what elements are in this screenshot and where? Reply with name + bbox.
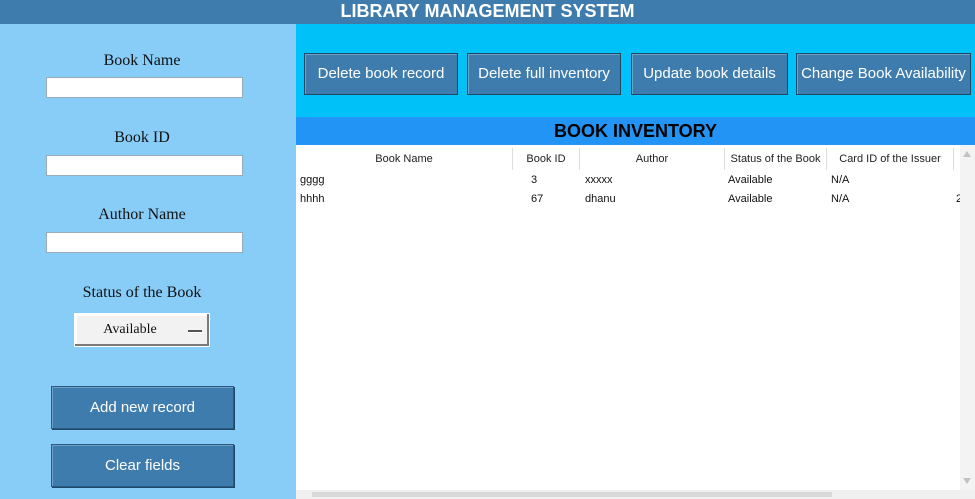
cell-card-id: N/A [831,174,850,186]
cell-status: Available [728,193,773,205]
cell-author: xxxxx [585,174,613,186]
column-header-author[interactable]: Author [580,148,725,170]
book-id-label: Book ID [114,129,170,146]
inventory-heading: BOOK INVENTORY [296,117,975,145]
author-name-label: Author Name [98,206,186,223]
cell-book-name: gggg [300,174,325,186]
change-availability-button[interactable]: Change Book Availability [796,53,971,95]
book-id-field[interactable] [46,155,243,176]
cell-book-id: 3 [531,174,538,186]
cell-book-name: hhhh [300,193,325,205]
scroll-down-icon[interactable] [963,478,971,484]
dropdown-indicator-icon [188,330,202,332]
horizontal-scroll-thumb[interactable] [312,492,832,497]
inventory-table[interactable]: Book Name Book ID Author Status of the B… [296,145,962,490]
add-record-button[interactable]: Add new record [51,386,234,429]
delete-record-button[interactable]: Delete book record [304,53,458,95]
cell-book-id: 67 [531,193,544,205]
status-label: Status of the Book [82,284,202,301]
column-header-book-id[interactable]: Book ID [513,148,580,170]
book-name-field[interactable] [46,77,243,98]
table-header: Book Name Book ID Author Status of the B… [296,148,960,170]
actions-toolbar: Delete book record Delete full inventory… [296,24,975,117]
column-header-card-id[interactable]: Card ID of the Issuer [827,148,954,170]
vertical-scrollbar[interactable] [960,145,975,490]
scroll-up-icon[interactable] [963,151,971,157]
book-name-label: Book Name [103,52,181,69]
table-row[interactable]: gggg 3 xxxxx Available N/A [296,171,960,190]
cell-status: Available [728,174,773,186]
update-details-button[interactable]: Update book details [631,53,788,95]
clear-fields-button[interactable]: Clear fields [51,444,234,487]
status-selected-value: Available [103,322,157,337]
column-header-status[interactable]: Status of the Book [725,148,827,170]
table-row[interactable]: hhhh 67 dhanu Available N/A 2 [296,190,962,209]
cell-card-id: N/A [831,193,850,205]
horizontal-scrollbar[interactable] [296,490,975,499]
delete-inventory-button[interactable]: Delete full inventory [467,53,621,95]
author-name-field[interactable] [46,232,243,253]
status-dropdown[interactable]: Available [74,313,210,347]
window-title: LIBRARY MANAGEMENT SYSTEM [0,0,975,24]
column-header-book-name[interactable]: Book Name [296,148,513,170]
record-form-panel: Book Name Book ID Author Name Status of … [0,24,296,499]
cell-author: dhanu [585,193,616,205]
